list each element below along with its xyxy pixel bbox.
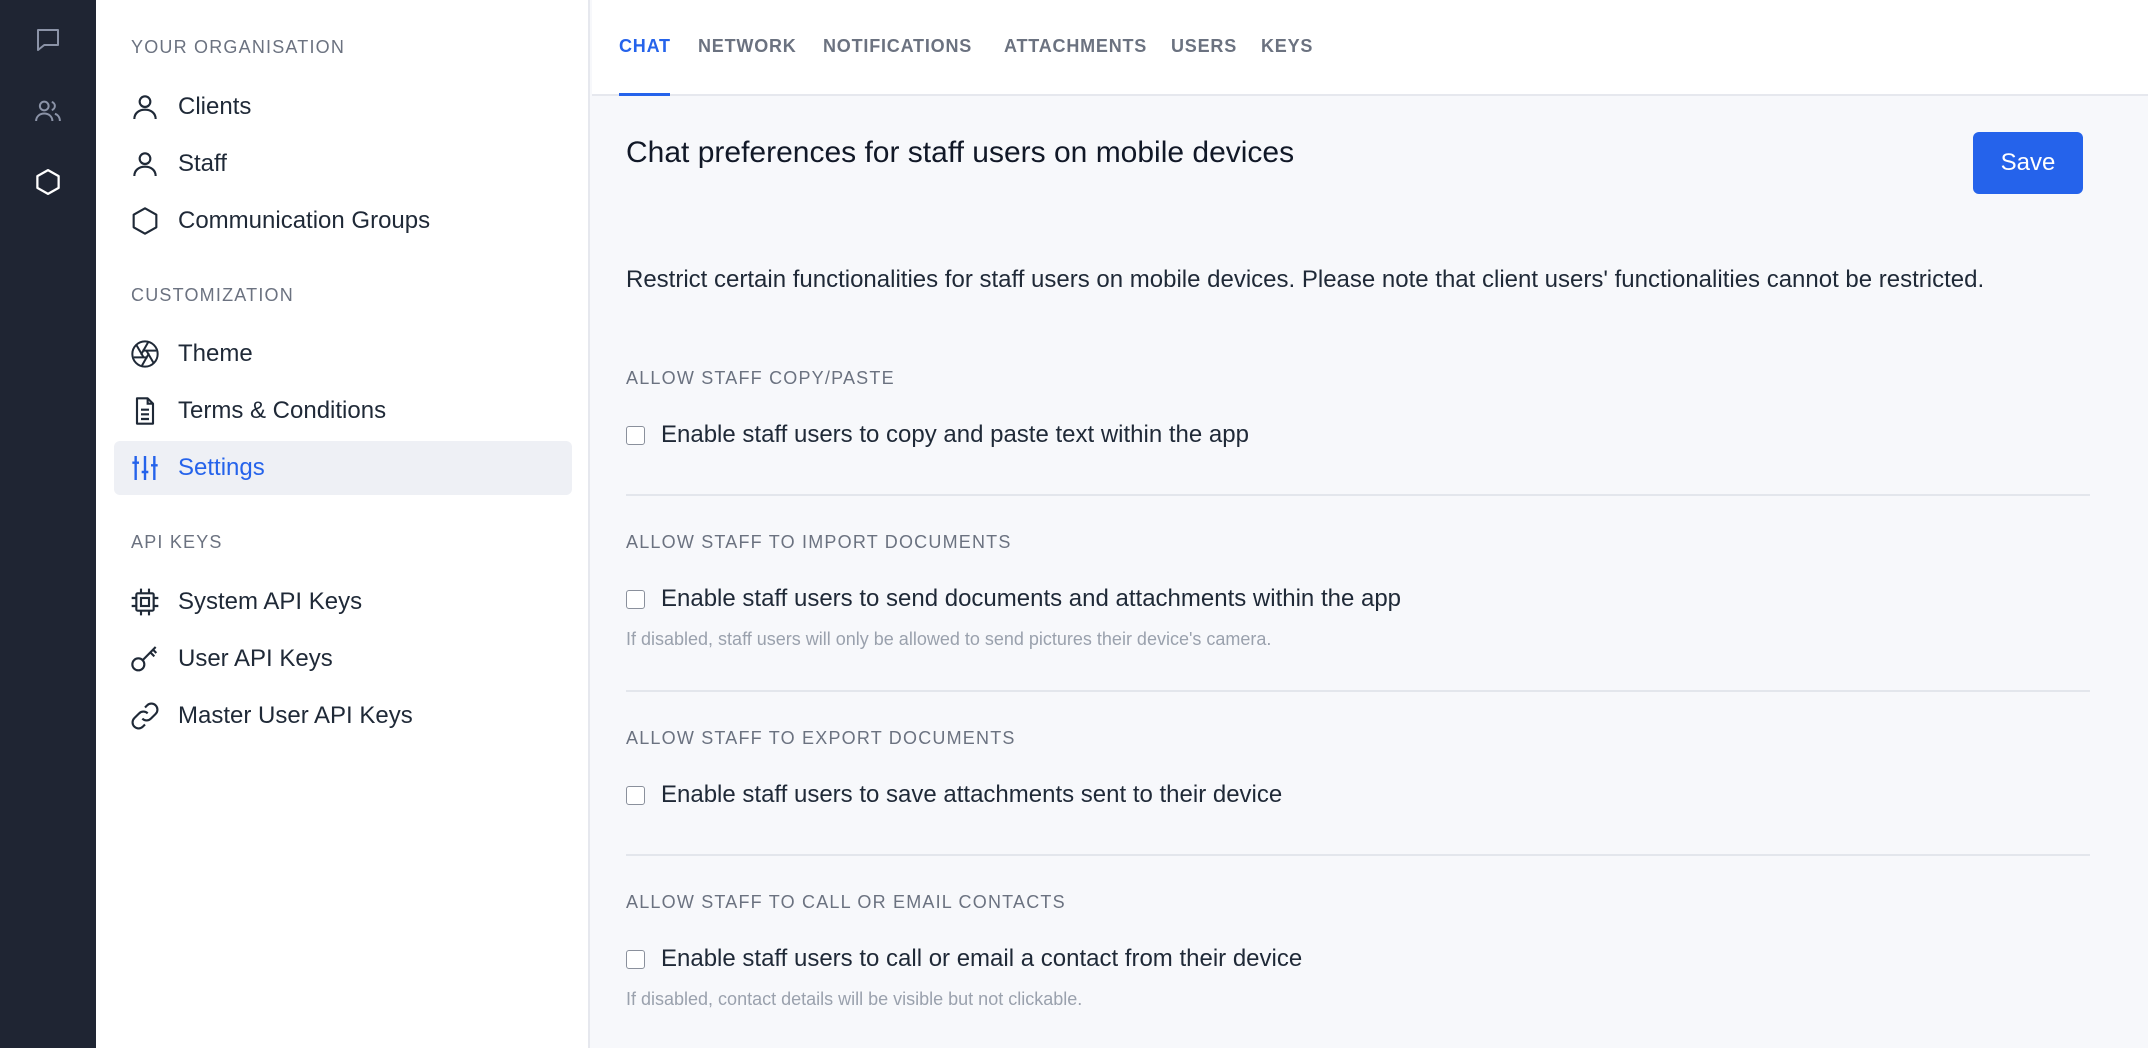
hexagon-icon bbox=[36, 169, 60, 195]
checkbox-label: Enable staff users to save attachments s… bbox=[661, 781, 1283, 808]
sidebar-item-communication-groups[interactable]: Communication Groups bbox=[114, 194, 572, 248]
sidebar-item-clients[interactable]: Clients bbox=[114, 80, 572, 134]
tab-network[interactable]: NETWORK bbox=[698, 36, 797, 57]
sidebar-item-label: Settings bbox=[178, 454, 265, 481]
sidebar-item-user-api-keys[interactable]: User API Keys bbox=[114, 632, 572, 686]
sidebar-item-label: Terms & Conditions bbox=[178, 397, 387, 424]
setting-label-call-email-contacts: ALLOW STAFF TO CALL OR EMAIL CONTACTS bbox=[626, 892, 1066, 912]
sidebar-item-terms[interactable]: Terms & Conditions bbox=[114, 384, 572, 438]
setting-label-export-documents: ALLOW STAFF TO EXPORT DOCUMENTS bbox=[626, 728, 1016, 748]
user-icon bbox=[128, 147, 162, 181]
save-button[interactable]: Save bbox=[1973, 132, 2083, 194]
app-rail bbox=[0, 0, 96, 1048]
link-icon bbox=[128, 699, 162, 733]
page-description: Restrict certain functionalities for sta… bbox=[626, 266, 1985, 293]
sidebar-item-settings[interactable]: Settings bbox=[114, 441, 572, 495]
setting-call-email-contacts[interactable]: Enable staff users to call or email a co… bbox=[626, 945, 1302, 973]
chat-bubble-icon bbox=[37, 29, 59, 51]
tab-chat[interactable]: CHAT bbox=[619, 36, 671, 57]
aperture-icon bbox=[128, 337, 162, 371]
document-icon bbox=[128, 394, 162, 428]
users-icon bbox=[35, 100, 61, 122]
sidebar-item-theme[interactable]: Theme bbox=[114, 327, 572, 381]
checkbox-label: Enable staff users to send documents and… bbox=[661, 585, 1402, 612]
sidebar-section-title: YOUR ORGANISATION bbox=[131, 37, 346, 57]
sidebar-item-staff[interactable]: Staff bbox=[114, 137, 572, 191]
sidebar-item-label: Clients bbox=[178, 93, 252, 120]
sidebar-item-label: Staff bbox=[178, 150, 227, 177]
user-icon bbox=[128, 90, 162, 124]
setting-copy-paste[interactable]: Enable staff users to copy and paste tex… bbox=[626, 421, 1249, 449]
settings-tabs: CHAT NETWORK NOTIFICATIONS ATTACHMENTS U… bbox=[592, 0, 2148, 96]
sidebar-item-system-api-keys[interactable]: System API Keys bbox=[114, 575, 572, 629]
sidebar-item-label: User API Keys bbox=[178, 645, 333, 672]
setting-label-import-documents: ALLOW STAFF TO IMPORT DOCUMENTS bbox=[626, 532, 1012, 552]
checkbox-label: Enable staff users to copy and paste tex… bbox=[661, 421, 1249, 448]
export-documents-checkbox[interactable] bbox=[626, 785, 645, 805]
hexagon-icon bbox=[128, 204, 162, 238]
checkbox-label: Enable staff users to call or email a co… bbox=[661, 945, 1303, 972]
setting-import-documents[interactable]: Enable staff users to send documents and… bbox=[626, 585, 1401, 613]
sidebar-item-label: Communication Groups bbox=[178, 207, 431, 234]
sidebar-item-label: Master User API Keys bbox=[178, 702, 413, 729]
sidebar-item-label: System API Keys bbox=[178, 588, 363, 615]
tab-keys[interactable]: KEYS bbox=[1261, 36, 1313, 57]
settings-sidebar: YOUR ORGANISATION Clients Staff Communic… bbox=[96, 0, 590, 1048]
organisation-nav-button[interactable] bbox=[24, 158, 72, 206]
divider bbox=[626, 494, 2090, 496]
sidebar-section-title: API KEYS bbox=[131, 532, 223, 552]
sidebar-item-master-user-api-keys[interactable]: Master User API Keys bbox=[114, 689, 572, 743]
import-documents-checkbox[interactable] bbox=[626, 589, 645, 609]
key-icon bbox=[128, 642, 162, 676]
chip-icon bbox=[128, 585, 162, 619]
sliders-icon bbox=[128, 451, 162, 485]
tab-attachments[interactable]: ATTACHMENTS bbox=[1004, 36, 1147, 57]
sidebar-item-label: Theme bbox=[178, 340, 253, 367]
users-nav-button[interactable] bbox=[24, 87, 72, 135]
setting-label-copy-paste: ALLOW STAFF COPY/PASTE bbox=[626, 368, 895, 388]
call-email-checkbox[interactable] bbox=[626, 949, 645, 969]
chat-settings-panel: Chat preferences for staff users on mobi… bbox=[592, 96, 2148, 1048]
page-title: Chat preferences for staff users on mobi… bbox=[626, 136, 1295, 169]
setting-hint: If disabled, staff users will only be al… bbox=[626, 629, 1272, 649]
setting-hint: If disabled, contact details will be vis… bbox=[626, 989, 1083, 1009]
tab-users[interactable]: USERS bbox=[1171, 36, 1237, 57]
chat-nav-button[interactable] bbox=[24, 16, 72, 64]
divider bbox=[626, 690, 2090, 692]
sidebar-section-title: CUSTOMIZATION bbox=[131, 285, 294, 305]
copy-paste-checkbox[interactable] bbox=[626, 425, 645, 445]
divider bbox=[626, 854, 2090, 856]
setting-export-documents[interactable]: Enable staff users to save attachments s… bbox=[626, 781, 1282, 809]
tab-notifications[interactable]: NOTIFICATIONS bbox=[823, 36, 972, 57]
